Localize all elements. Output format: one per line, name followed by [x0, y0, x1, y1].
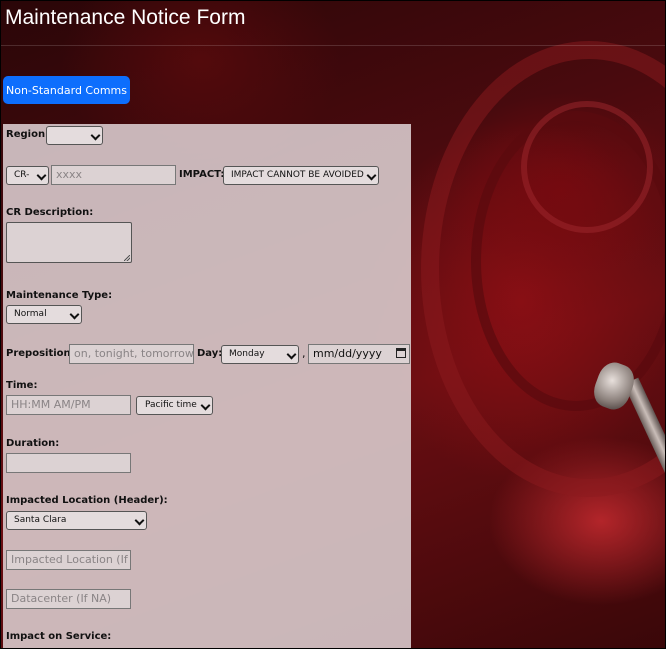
impacted-location-other-input[interactable]: Impacted Location (If NA [6, 550, 131, 570]
impact-on-service-label: Impact on Service: [6, 631, 112, 642]
duration-label: Duration: [6, 438, 60, 449]
chevron-down-icon [136, 512, 143, 529]
impact-label: IMPACT: [179, 169, 225, 180]
duration-input[interactable] [6, 453, 131, 473]
cr-prefix-select[interactable]: CR- [6, 166, 49, 185]
day-date-separator: , [302, 347, 306, 360]
datacenter-input[interactable]: Datacenter (If NA) [6, 589, 131, 609]
resize-handle-icon[interactable] [124, 255, 130, 261]
maintenance-type-select[interactable]: Normal [6, 305, 82, 324]
cr-description-textarea[interactable] [6, 222, 132, 263]
impact-select[interactable]: IMPACT CANNOT BE AVOIDED [223, 166, 379, 185]
preposition-input[interactable]: on, tonight, tomorrow, e [69, 344, 194, 364]
divider [1, 45, 665, 46]
page-frame: Maintenance Notice Form Non-Standard Com… [0, 0, 666, 649]
calendar-icon[interactable] [396, 348, 406, 358]
day-select[interactable]: Monday [221, 345, 299, 364]
region-select[interactable] [46, 126, 103, 145]
background-art [521, 101, 653, 233]
chevron-down-icon [71, 306, 78, 323]
chevron-down-icon [92, 127, 99, 144]
impacted-location-select[interactable]: Santa Clara [6, 511, 147, 530]
time-label: Time: [6, 380, 38, 391]
chevron-down-icon [288, 346, 295, 363]
non-standard-comms-button[interactable]: Non-Standard Comms [3, 76, 130, 104]
chevron-down-icon [368, 167, 375, 184]
time-input[interactable]: HH:MM AM/PM [6, 395, 131, 415]
preposition-label: Preposition: [6, 348, 75, 359]
form-panel: Region: CR- xxxx IMPACT: IMPACT CANNOT B… [3, 124, 411, 648]
date-input[interactable]: mm/dd/yyyy [308, 344, 410, 364]
cr-number-input[interactable]: xxxx [51, 165, 176, 185]
day-label: Day: [197, 348, 223, 359]
chevron-down-icon [202, 397, 209, 414]
impacted-location-label: Impacted Location (Header): [6, 495, 168, 506]
cr-description-label: CR Description: [6, 207, 94, 218]
page-title: Maintenance Notice Form [5, 6, 246, 29]
region-label: Region: [6, 129, 48, 140]
maintenance-type-label: Maintenance Type: [6, 290, 113, 301]
chevron-down-icon [38, 167, 45, 184]
timezone-select[interactable]: Pacific time [136, 396, 213, 415]
